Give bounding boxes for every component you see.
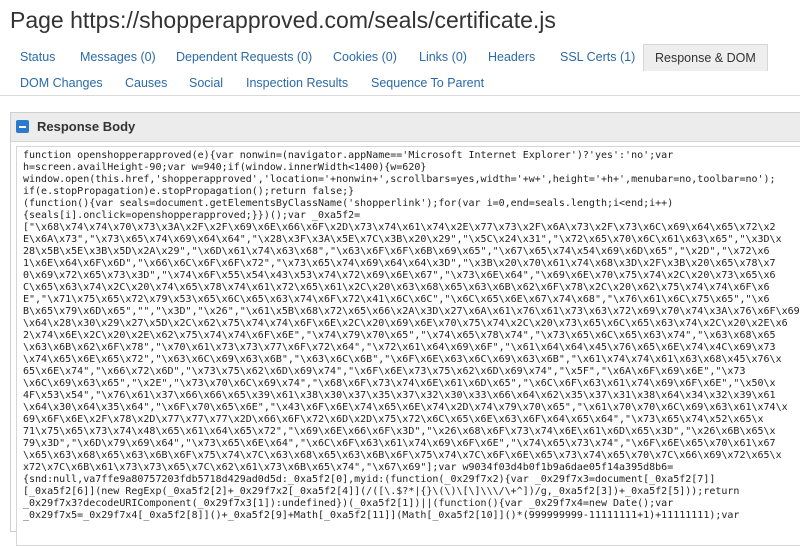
page-title: Page https://shopperapproved.com/seals/c… xyxy=(10,7,556,33)
code-line: \x65\x63\x68\x65\x63\x6B\x6F\x75\x74\x7C… xyxy=(23,450,782,461)
code-line: \x74\x65\x6E\x65\x72","\x63\x6C\x69\x63\… xyxy=(23,354,782,365)
code-line: 79\x3D","\x6D\x79\x69\x64","\x73\x65\x6E… xyxy=(23,438,776,449)
code-line: {snd:null,va7ffe9a80757203fdb5718d429ad0… xyxy=(23,474,716,485)
tab-ssl-certs[interactable]: SSL Certs (1) xyxy=(560,44,635,70)
code-line: _0x29f7x3?decodeURIComponent(_0x29f7x3[1… xyxy=(23,498,674,509)
tab-response-dom[interactable]: Response & DOM xyxy=(643,44,768,71)
code-line: 71\x75\x65\x73\x74\x48\x65\x61\x64\x65\x… xyxy=(23,426,776,437)
code-line: window.open(this.href,'shopperapproved',… xyxy=(23,174,776,185)
code-line: h=screen.availHeight-90;var w=940;if(win… xyxy=(23,162,427,173)
code-line: 1\x6E\x64\x6F\x6D","\x66\x6C\x6F\x6F\x72… xyxy=(23,258,776,269)
code-line: B\x65\x79\x6D\x65","","\x3D","\x26","\x6… xyxy=(23,306,800,317)
tab-headers[interactable]: Headers xyxy=(488,44,535,70)
code-line: \x64\x28\x30\x29\x27\x5D\x2C\x62\x75\x74… xyxy=(23,318,788,329)
tab-messages[interactable]: Messages (0) xyxy=(80,44,156,70)
response-body-code[interactable]: function openshopperapproved(e){var nonw… xyxy=(16,146,800,546)
code-line: x72\x7C\x6B\x61\x73\x73\x65\x7C\x62\x61\… xyxy=(23,462,674,473)
code-line: if(e.stopPropagation)e.stopPropagation()… xyxy=(23,186,355,197)
code-line: \x63\x6B\x62\x6F\x78","\x70\x61\x73\x73\… xyxy=(23,342,776,353)
tab-inspection-results[interactable]: Inspection Results xyxy=(246,70,348,96)
tab-status[interactable]: Status xyxy=(20,44,55,70)
code-line: _0x29f7x5=_0x29f7x4[_0xa5f2[8]]()+_0xa5f… xyxy=(23,510,740,521)
tabs-divider xyxy=(0,95,800,96)
code-line: C\x65\x63\x74\x2C\x20\x74\x65\x78\x74\x6… xyxy=(23,282,770,293)
response-body-panel: Response Body function openshopperapprov… xyxy=(10,112,800,546)
code-line: 28\x5B\x5E\x3B\x5D\x2A\x29","\x6D\x61\x7… xyxy=(23,246,770,257)
code-line: function openshopperapproved(e){var nonw… xyxy=(23,150,674,161)
tab-bar: Status Messages (0) Dependent Requests (… xyxy=(0,44,800,96)
code-line: 2\x74\x6E\x2C\x20\x2E\x62\x75\x74\x74\x6… xyxy=(23,330,776,341)
code-line: [_0xa5f2[6]](new RegExp(_0xa5f2[2]+_0x29… xyxy=(23,486,740,497)
panel-header[interactable]: Response Body xyxy=(11,113,800,142)
tab-social[interactable]: Social xyxy=(189,70,223,96)
tab-dependent-requests[interactable]: Dependent Requests (0) xyxy=(176,44,312,70)
code-line: 4F\x53\x54","\x76\x61\x37\x66\x66\x65\x3… xyxy=(23,390,776,401)
tab-causes[interactable]: Causes xyxy=(125,70,167,96)
code-line: 65\x6E\x74","\x66\x72\x6D","\x73\x75\x62… xyxy=(23,366,746,377)
collapse-icon[interactable] xyxy=(16,120,29,133)
code-line: E\x6A\x73","\x73\x65\x74\x69\x64\x64","\… xyxy=(23,234,782,245)
tab-sequence-to-parent[interactable]: Sequence To Parent xyxy=(371,70,484,96)
tab-cookies[interactable]: Cookies (0) xyxy=(333,44,397,70)
panel-title: Response Body xyxy=(37,119,136,134)
code-line: 69\x6F\x6E\x2F\x78\x2D\x77\x77\x77\x2D\x… xyxy=(23,414,764,425)
tab-links[interactable]: Links (0) xyxy=(419,44,467,70)
code-line: (function(){var seals=document.getElemen… xyxy=(23,198,674,209)
code-line: \x6C\x69\x63\x65","\x2E","\x73\x70\x6C\x… xyxy=(23,378,776,389)
code-line: E","\x71\x75\x65\x72\x79\x53\x65\x6C\x65… xyxy=(23,294,770,305)
code-line: {seals[i].onclick=openshopperapproved;}}… xyxy=(23,210,361,221)
tab-dom-changes[interactable]: DOM Changes xyxy=(20,70,103,96)
code-line: \x64\x30\x64\x35\x64","\x6F\x70\x65\x6E"… xyxy=(23,402,788,413)
code-line: 0\x69\x72\x65\x73\x3D","\x74\x6F\x55\x54… xyxy=(23,270,776,281)
code-line: ["\x68\x74\x74\x70\x73\x3A\x2F\x2F\x69\x… xyxy=(23,222,776,233)
